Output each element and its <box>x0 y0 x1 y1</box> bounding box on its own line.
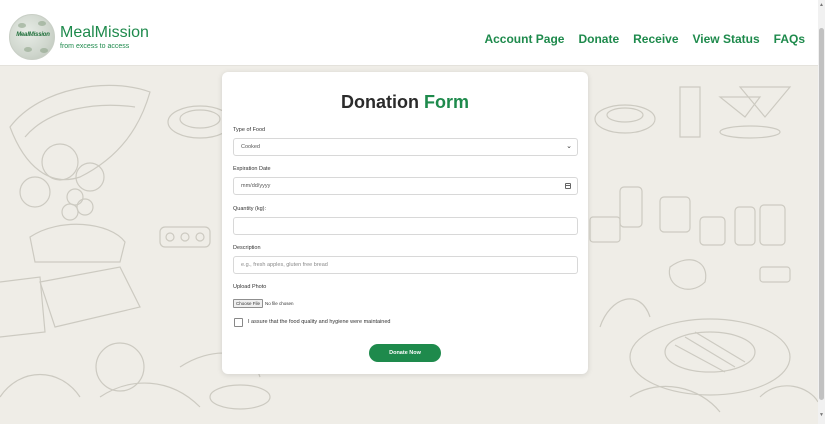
scroll-up-arrow-icon[interactable]: ▲ <box>819 2 824 8</box>
main-nav: Account Page Donate Receive View Status … <box>484 32 805 46</box>
expiration-date-placeholder: mm/dd/yyyy <box>241 183 271 189</box>
page-scrollbar[interactable]: ▲ ▼ <box>818 0 825 424</box>
description-input[interactable]: e.g., fresh apples, gluten free bread <box>233 256 578 274</box>
donate-now-button[interactable]: Donate Now <box>369 344 441 362</box>
logo-text: MealMission <box>16 32 50 38</box>
form-title-accent: Form <box>424 92 469 112</box>
leaf-icon <box>38 21 46 26</box>
brand-name[interactable]: MealMission <box>60 25 149 41</box>
scroll-down-arrow-icon[interactable]: ▼ <box>819 412 824 418</box>
scroll-thumb[interactable] <box>819 28 824 400</box>
expiration-date-input[interactable]: mm/dd/yyyy <box>233 177 578 195</box>
food-type-label: Type of Food <box>233 127 266 133</box>
leaf-icon <box>40 48 48 53</box>
leaf-icon <box>24 47 32 52</box>
brand-logo[interactable]: MealMission <box>9 14 55 60</box>
quantity-label: Quantity (kg): <box>233 206 267 212</box>
nav-faqs[interactable]: FAQs <box>774 32 805 46</box>
file-status: No file chosen <box>265 301 294 306</box>
chevron-down-icon: ⌄ <box>566 143 572 150</box>
description-placeholder: e.g., fresh apples, gluten free bread <box>241 262 328 268</box>
site-header: MealMission MealMission from excess to a… <box>0 0 818 66</box>
calendar-icon[interactable] <box>565 183 571 189</box>
brand-tagline: from excess to access <box>60 43 130 50</box>
donation-form-card: Donation Form Type of Food Cooked ⌄ Expi… <box>222 72 588 374</box>
food-type-select[interactable]: Cooked ⌄ <box>233 138 578 156</box>
file-upload: Choose File No file chosen <box>233 299 294 308</box>
assurance-checkbox[interactable] <box>234 318 243 327</box>
nav-donate[interactable]: Donate <box>578 32 619 46</box>
quantity-input[interactable] <box>233 217 578 235</box>
choose-file-button[interactable]: Choose File <box>233 299 264 308</box>
nav-view-status[interactable]: View Status <box>693 32 760 46</box>
nav-receive[interactable]: Receive <box>633 32 678 46</box>
nav-account-page[interactable]: Account Page <box>484 32 564 46</box>
upload-photo-label: Upload Photo <box>233 284 267 290</box>
form-title-main: Donation <box>340 92 419 112</box>
description-label: Description <box>233 245 261 251</box>
form-title: Donation Form <box>222 92 588 112</box>
assurance-label[interactable]: I assure that the food quality and hygie… <box>248 319 390 326</box>
expiration-date-label: Expiration Date <box>233 166 271 172</box>
food-type-value: Cooked <box>241 144 260 150</box>
leaf-icon <box>18 23 26 28</box>
